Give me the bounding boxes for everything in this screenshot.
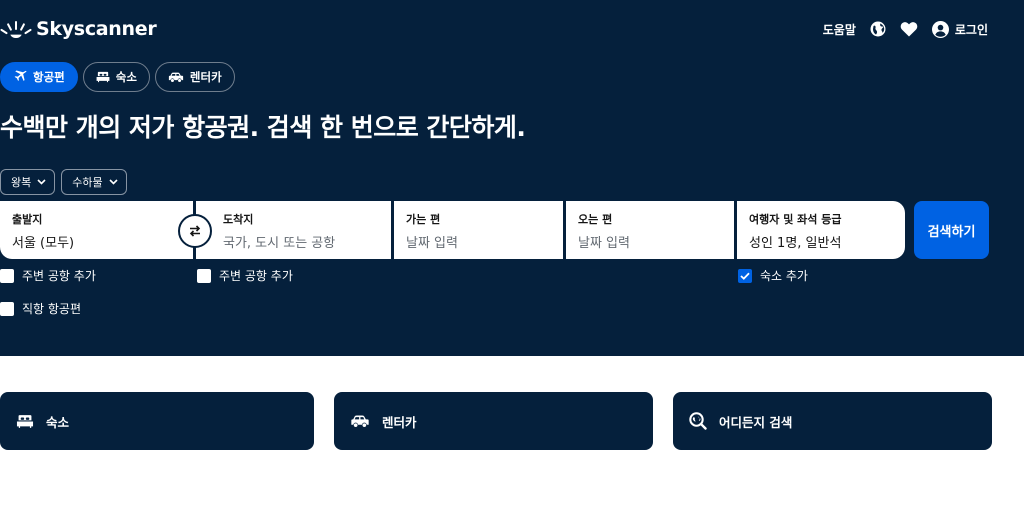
login-button[interactable]: 로그인 bbox=[931, 20, 988, 38]
login-label: 로그인 bbox=[954, 22, 988, 37]
origin-field[interactable]: 출발지 서울 (모두) bbox=[0, 201, 193, 259]
destination-nearby-checkbox[interactable]: 주변 공항 추가 bbox=[197, 267, 293, 284]
skyscanner-logo[interactable]: Skyscanner bbox=[0, 14, 157, 44]
bed-icon bbox=[96, 71, 110, 83]
checkbox-box[interactable] bbox=[197, 268, 211, 283]
explore-search-icon bbox=[689, 412, 707, 430]
return-placeholder: 날짜 입력 bbox=[578, 236, 630, 251]
direct-flights-label: 직항 항공편 bbox=[22, 302, 82, 316]
help-link[interactable]: 도움말 bbox=[823, 21, 856, 38]
trip-type-value: 왕복 bbox=[11, 176, 32, 189]
swap-button[interactable] bbox=[178, 214, 212, 248]
destination-field[interactable]: 도착지 국가, 도시 또는 공항 bbox=[196, 201, 391, 259]
product-tabs: 항공편 숙소 렌터카 bbox=[0, 62, 235, 92]
hero-section: Skyscanner 도움말 로그인 항공편 숙소 렌터카 수백만 개의 저가 … bbox=[0, 0, 1024, 356]
return-label: 오는 편 bbox=[578, 213, 613, 226]
chevron-down-icon bbox=[109, 179, 118, 185]
car-icon bbox=[168, 72, 184, 82]
travellers-value: 성인 1명, 일반석 bbox=[749, 236, 842, 251]
sunrise-logo-icon bbox=[0, 21, 32, 38]
direct-flights-checkbox[interactable]: 직항 항공편 bbox=[0, 300, 81, 317]
user-icon bbox=[931, 20, 949, 38]
globe-icon[interactable] bbox=[870, 21, 886, 37]
tab-car-hire-label: 렌터카 bbox=[189, 70, 222, 84]
checkmark-icon bbox=[740, 272, 750, 280]
origin-nearby-label: 주변 공항 추가 bbox=[22, 269, 96, 283]
tab-flights-label: 항공편 bbox=[33, 70, 65, 84]
explore-card-label: 어디든지 검색 bbox=[719, 414, 793, 430]
tab-flights[interactable]: 항공편 bbox=[0, 62, 78, 92]
tab-hotels-label: 숙소 bbox=[115, 70, 137, 84]
trip-type-dropdown[interactable]: 왕복 bbox=[0, 169, 56, 195]
depart-date-field[interactable]: 가는 편 날짜 입력 bbox=[394, 201, 563, 259]
depart-label: 가는 편 bbox=[406, 213, 441, 226]
heart-icon[interactable] bbox=[900, 21, 918, 37]
car-icon bbox=[351, 415, 369, 427]
travellers-label: 여행자 및 좌석 등급 bbox=[749, 213, 842, 226]
checkbox-checked-box[interactable] bbox=[738, 268, 752, 283]
origin-nearby-checkbox[interactable]: 주변 공항 추가 bbox=[0, 267, 96, 284]
explore-everywhere-card[interactable]: 어디든지 검색 bbox=[673, 392, 992, 450]
trip-options: 왕복 수하물 bbox=[0, 169, 127, 195]
chevron-down-icon bbox=[37, 179, 46, 185]
swap-arrows-icon bbox=[189, 225, 201, 237]
page-headline: 수백만 개의 저가 항공권. 검색 한 번으로 간단하게. bbox=[0, 113, 526, 142]
hotels-card-label: 숙소 bbox=[46, 414, 70, 430]
brand-name: Skyscanner bbox=[36, 18, 157, 40]
destination-nearby-label: 주변 공항 추가 bbox=[219, 269, 293, 283]
add-hotel-checkbox[interactable]: 숙소 추가 bbox=[738, 267, 808, 284]
hotels-card[interactable]: 숙소 bbox=[0, 392, 314, 450]
baggage-value: 수하물 bbox=[72, 176, 103, 189]
add-hotel-label: 숙소 추가 bbox=[760, 269, 808, 283]
travellers-field[interactable]: 여행자 및 좌석 등급 성인 1명, 일반석 bbox=[737, 201, 905, 259]
origin-label: 출발지 bbox=[12, 213, 43, 226]
checkbox-box[interactable] bbox=[0, 301, 14, 316]
car-hire-card[interactable]: 렌터카 bbox=[334, 392, 653, 450]
depart-placeholder: 날짜 입력 bbox=[406, 236, 458, 251]
bed-icon bbox=[16, 414, 34, 428]
origin-value: 서울 (모두) bbox=[12, 236, 75, 251]
plane-icon bbox=[14, 70, 27, 82]
checkbox-box[interactable] bbox=[0, 268, 14, 283]
tab-car-hire[interactable]: 렌터카 bbox=[154, 62, 235, 92]
top-nav: 도움말 로그인 bbox=[823, 14, 988, 44]
search-button[interactable]: 검색하기 bbox=[914, 201, 989, 259]
car-hire-card-label: 렌터카 bbox=[382, 414, 417, 430]
tab-hotels[interactable]: 숙소 bbox=[82, 62, 150, 92]
baggage-dropdown[interactable]: 수하물 bbox=[61, 169, 127, 195]
destination-placeholder: 국가, 도시 또는 공항 bbox=[223, 236, 336, 251]
return-date-field[interactable]: 오는 편 날짜 입력 bbox=[566, 201, 734, 259]
destination-label: 도착지 bbox=[223, 213, 254, 226]
